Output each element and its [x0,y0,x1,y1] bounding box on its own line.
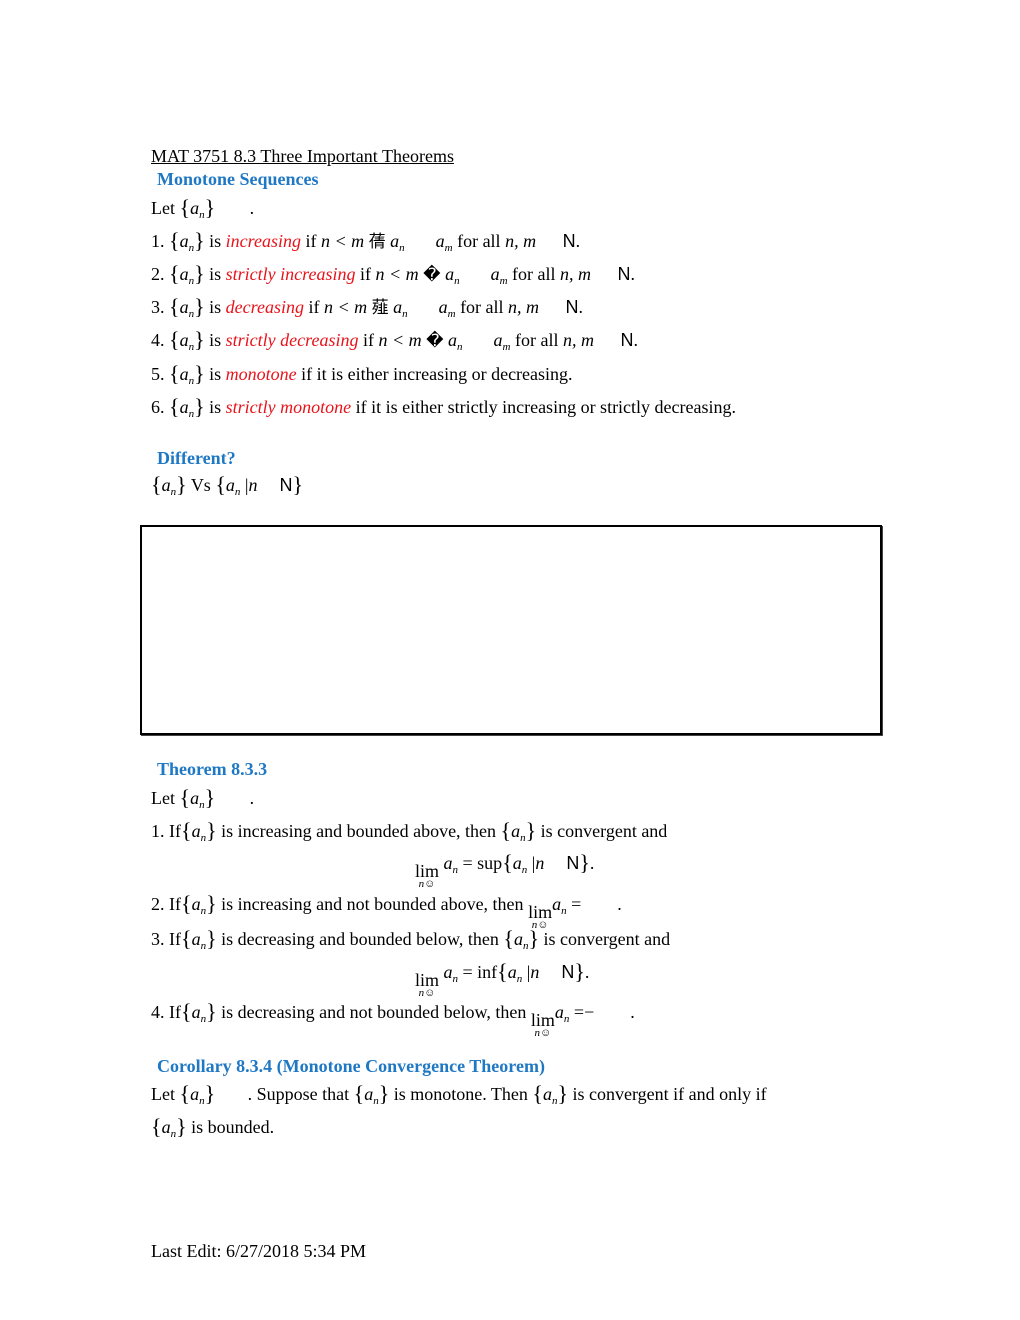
naturals-symbol: N [620,330,634,350]
definition-strictly-increasing: 2. {an} is strictly increasing if n < m … [151,261,635,288]
theorem-let: Let {an} . [151,785,255,812]
definition-increasing: 1. {an} is increasing if n < m 蒨 an am f… [151,228,581,255]
section-heading-monotone: Monotone Sequences [157,169,319,189]
theorem-item-4: 4. If{an} is decreasing and not bounded … [151,999,635,1039]
theorem-item-2: 2. If{an} is increasing and not bounded … [151,891,622,931]
section-heading-corollary: Corollary 8.3.4 (Monotone Convergence Th… [157,1056,545,1076]
naturals-symbol: N [617,264,631,284]
term-increasing: increasing [225,231,301,251]
different-comparison: {an} Vs {an |n N} [151,472,304,499]
implies-symbol: 蒨 [368,232,386,252]
theorem-item-3-formula: lim n☺ an = inf{an |n N}. [415,959,590,999]
let-statement: Let {an} . [151,195,255,222]
term-strictly-monotone: strictly monotone [225,397,352,417]
theorem-item-3: 3. If{an} is decreasing and bounded belo… [151,926,671,953]
term-decreasing: decreasing [225,297,304,317]
corollary-statement-line-1: Let {an} . Suppose that {an} is monotone… [151,1081,767,1108]
naturals-symbol: N [562,231,576,251]
definition-decreasing: 3. {an} is decreasing if n < m 薤 an am f… [151,294,584,321]
implies-symbol: � [426,331,444,351]
term-strictly-decreasing: strictly decreasing [225,330,359,350]
page-title: MAT 3751 8.3 Three Important Theorems [151,146,454,166]
theorem-item-1: 1. If{an} is increasing and bounded abov… [151,818,668,845]
last-edit-footer: Last Edit: 6/27/2018 5:34 PM [151,1241,367,1261]
corollary-statement-line-2: {an} is bounded. [151,1114,275,1141]
naturals-symbol: N [565,297,579,317]
definition-strictly-decreasing: 4. {an} is strictly decreasing if n < m … [151,327,638,354]
blank-answer-box [140,525,882,735]
definition-monotone: 5. {an} is monotone if it is either incr… [151,361,573,388]
section-heading-different: Different? [157,448,236,468]
section-heading-theorem: Theorem 8.3.3 [157,759,268,779]
term-monotone: monotone [225,364,297,384]
implies-symbol: 薤 [371,298,389,318]
theorem-item-1-formula: lim n☺ an = sup{an |n N}. [415,850,595,890]
term-strictly-increasing: strictly increasing [225,264,356,284]
implies-symbol: � [423,265,441,285]
definition-strictly-monotone: 6. {an} is strictly monotone if it is ei… [151,394,737,421]
